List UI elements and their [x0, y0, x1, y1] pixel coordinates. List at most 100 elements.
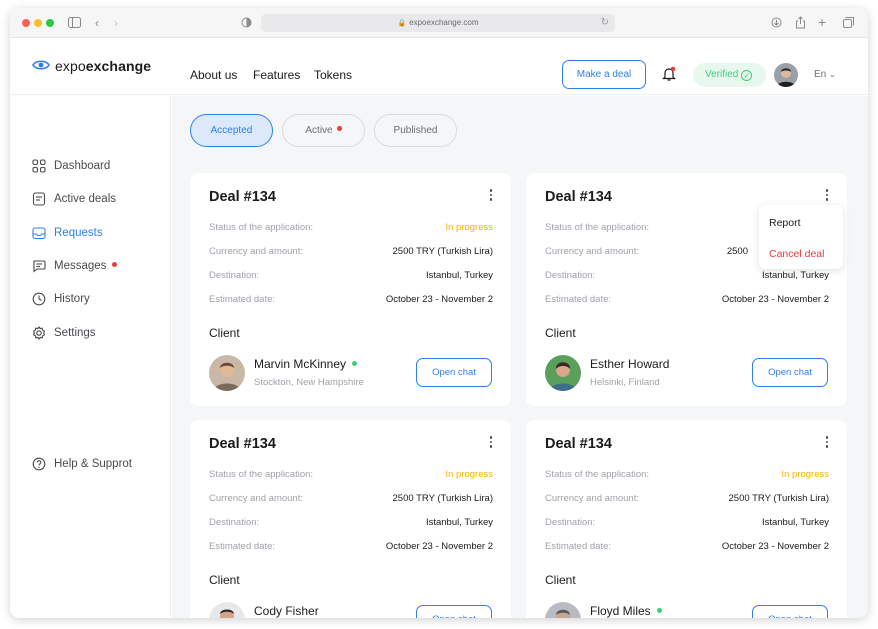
sidebar-toggle-icon[interactable] [68, 17, 81, 28]
address-bar[interactable]: 🔒 expoexchange.com ↻ [261, 14, 615, 32]
sidebar-item-messages[interactable]: Messages [32, 257, 118, 275]
sidebar-item-label: Help & Supprot [54, 458, 132, 470]
user-avatar[interactable] [774, 63, 798, 87]
more-options-icon[interactable] [825, 436, 829, 450]
status-label: Status of the application: [209, 222, 314, 233]
status-label: Status of the application: [209, 469, 314, 480]
sidebar-item-dashboard[interactable]: Dashboard [32, 157, 110, 175]
status-row: Status of the application: In progress [209, 221, 493, 235]
tabs-overview-icon[interactable] [843, 17, 854, 28]
maximize-window-button[interactable] [46, 19, 54, 27]
tab-accepted[interactable]: Accepted [190, 114, 273, 147]
minimize-window-button[interactable] [34, 19, 42, 27]
sidebar-item-label: Messages [54, 260, 107, 272]
date-row: Estimated date: October 23 - November 2 [209, 293, 493, 307]
url-text: expoexchange.com [409, 18, 479, 27]
currency-value: 2500 [726, 246, 748, 257]
client-name-text: Cody Fisher [254, 604, 319, 618]
shield-icon[interactable] [241, 17, 252, 28]
main-content: Accepted Active Published Deal #134 Stat… [172, 96, 868, 618]
client-name: Cody Fisher [254, 604, 319, 618]
destination-row: Destination: Istanbul, Turkey [209, 269, 493, 283]
report-menu-item[interactable]: Report [769, 217, 801, 229]
destination-value: Istanbul, Turkey [425, 270, 493, 281]
sidebar-item-label: History [54, 293, 90, 305]
verified-badge: Verified ✓ [693, 63, 766, 87]
date-value: October 23 - November 2 [721, 294, 829, 305]
date-label: Estimated date: [545, 541, 612, 552]
destination-label: Destination: [209, 270, 260, 281]
more-options-icon[interactable] [489, 189, 493, 203]
tab-active[interactable]: Active [282, 114, 365, 147]
eye-logo-icon [32, 60, 50, 70]
download-icon[interactable] [771, 17, 782, 28]
nav-features[interactable]: Features [253, 68, 300, 82]
back-icon[interactable]: ‹ [95, 15, 99, 31]
destination-value: Istanbul, Turkey [761, 270, 829, 281]
nav-about[interactable]: About us [190, 68, 237, 82]
close-window-button[interactable] [22, 19, 30, 27]
client-name: Esther Howard [590, 357, 669, 371]
gear-icon [32, 326, 46, 340]
currency-label: Currency and amount: [545, 493, 639, 504]
forward-icon[interactable]: › [114, 15, 118, 31]
sidebar-item-active-deals[interactable]: Active deals [32, 190, 116, 208]
client-location: Helsinki, Finland [590, 377, 660, 388]
check-circle-icon: ✓ [741, 70, 753, 81]
unread-indicator [112, 262, 118, 267]
client-avatar [545, 602, 581, 618]
client-heading: Client [545, 326, 576, 340]
nav-tokens[interactable]: Tokens [314, 68, 352, 82]
online-indicator [352, 361, 358, 366]
status-row: Status of the application: In progress [545, 468, 829, 482]
language-selector[interactable]: En ⌄ [814, 69, 836, 80]
client-name: Floyd Miles [590, 604, 662, 618]
deal-title: Deal #134 [545, 189, 612, 205]
sidebar-item-requests[interactable]: Requests [32, 224, 103, 242]
grid-icon [32, 159, 46, 173]
destination-row: Destination: Istanbul, Turkey [545, 269, 829, 283]
chevron-down-icon: ⌄ [829, 70, 836, 79]
currency-row: Currency and amount: 2500 TRY (Turkish Li… [545, 492, 829, 506]
date-label: Estimated date: [545, 294, 612, 305]
currency-row: Currency and amount: 2500 TRY (Turkish Li… [209, 492, 493, 506]
destination-value: Istanbul, Turkey [425, 517, 493, 528]
open-chat-button[interactable]: Open chat [416, 358, 492, 387]
deal-card: Deal #134 Status of the application: In p… [190, 173, 511, 406]
chat-icon [33, 260, 46, 273]
share-icon[interactable] [795, 16, 806, 29]
tab-published[interactable]: Published [374, 114, 457, 147]
sidebar-item-settings[interactable]: Settings [32, 324, 96, 342]
make-deal-button[interactable]: Make a deal [562, 60, 646, 89]
open-chat-button[interactable]: Open chat [416, 605, 492, 618]
brand-logo[interactable]: expoexchange [32, 58, 151, 74]
reload-icon[interactable]: ↻ [601, 14, 609, 32]
sidebar-item-label: Active deals [54, 193, 117, 205]
deal-title: Deal #134 [209, 436, 276, 452]
sidebar-item-label: Dashboard [54, 160, 111, 172]
client-location: Stockton, New Hampshire [254, 377, 364, 388]
currency-value: 2500 TRY (Turkish Lira) [728, 493, 830, 504]
more-options-icon[interactable] [489, 436, 493, 450]
status-value: In progress [781, 469, 829, 480]
more-options-icon[interactable] [825, 189, 829, 203]
new-tab-icon[interactable]: + [818, 14, 826, 30]
destination-value: Istanbul, Turkey [761, 517, 829, 528]
sidebar-item-help[interactable]: Help & Supprot [32, 455, 132, 473]
sidebar-item-history[interactable]: History [32, 290, 90, 308]
tab-label: Active [305, 125, 333, 136]
open-chat-button[interactable]: Open chat [752, 605, 828, 618]
destination-label: Destination: [545, 517, 596, 528]
status-row: Status of the application: In progress [209, 468, 493, 482]
deal-card: Deal #134 Status of the application: In p… [190, 420, 511, 618]
currency-value: 2500 TRY (Turkish Lira) [392, 246, 494, 257]
date-label: Estimated date: [209, 541, 276, 552]
open-chat-button[interactable]: Open chat [752, 358, 828, 387]
unread-indicator [336, 126, 342, 131]
cancel-deal-menu-item[interactable]: Cancel deal [769, 248, 824, 260]
date-row: Estimated date: October 23 - November 2 [209, 540, 493, 554]
destination-label: Destination: [209, 517, 260, 528]
date-value: October 23 - November 2 [721, 541, 829, 552]
currency-label: Currency and amount: [209, 246, 303, 257]
bell-icon[interactable] [662, 66, 676, 82]
